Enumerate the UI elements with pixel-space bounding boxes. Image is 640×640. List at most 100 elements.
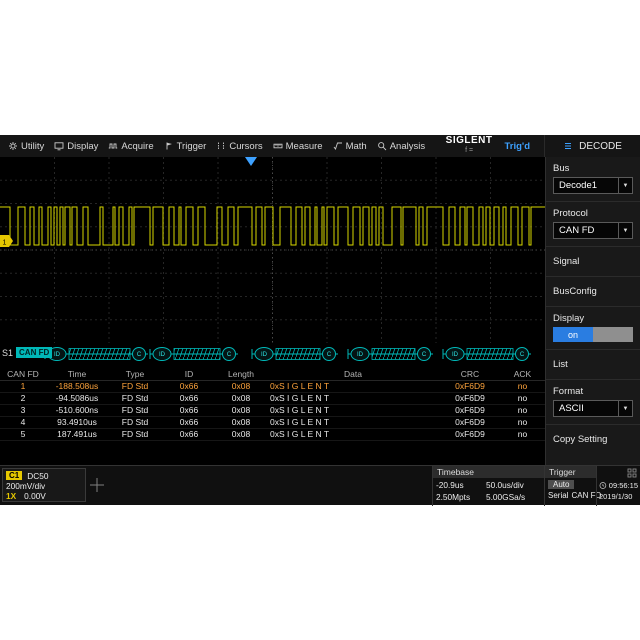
menu-item-label: Display (67, 141, 98, 152)
col-header-length: Length (216, 368, 266, 380)
timebase-title: Timebase (433, 466, 544, 478)
decode-protocol-badge: CAN FD (16, 347, 52, 358)
signal-button[interactable]: Signal (546, 247, 640, 276)
keypad-grid-icon[interactable] (627, 468, 637, 478)
svg-text:C: C (227, 352, 232, 358)
cell-length: 0x08 (216, 405, 266, 416)
cell-crc: 0xF6D9 (440, 393, 500, 404)
timebase-panel[interactable]: Timebase -20.9us 50.0us/div 2.50Mpts 5.0… (432, 466, 544, 506)
table-row[interactable]: 3-510.600nsFD Std0x660x080xS I G L E N T… (0, 405, 545, 417)
cell-type: FD Std (108, 405, 162, 416)
cell-data: 0xS I G L E N T (266, 429, 440, 440)
menu-item-utility[interactable]: Utility (8, 141, 44, 152)
decode-list-table: CAN FD Time Type ID Length Data CRC ACK … (0, 368, 545, 441)
menu-item-analysis[interactable]: Analysis (377, 141, 425, 152)
bus-select-value: Decode1 (559, 180, 597, 191)
display-toggle-off[interactable] (593, 327, 633, 342)
display-toggle-on[interactable]: on (553, 327, 593, 342)
decode-sidebar: Bus Decode1 ▼ Protocol CAN FD ▼ Signal B… (545, 157, 640, 465)
channel-info-box[interactable]: C1 DC50 200mV/div 1X 0.00V (2, 468, 86, 502)
cell-ack: no (500, 381, 545, 392)
page: Utility Display Acquire Trigger Cursors … (0, 0, 640, 640)
cell-length: 0x08 (216, 417, 266, 428)
cell-type: FD Std (108, 429, 162, 440)
cell-id: 0x66 (162, 429, 216, 440)
clock-time: 09:56:15 (609, 481, 638, 490)
timebase-delay: -20.9us (436, 480, 486, 490)
trigger-type: Serial (548, 491, 568, 500)
protocol-label: Protocol (546, 202, 640, 222)
cell-ack: no (500, 393, 545, 404)
cell-num: 4 (0, 417, 46, 428)
menu-item-label: Acquire (121, 141, 153, 152)
cell-ack: no (500, 429, 545, 440)
menu-item-cursors[interactable]: Cursors (216, 141, 262, 152)
menu-item-trigger[interactable]: Trigger (164, 141, 207, 152)
busconfig-button[interactable]: BusConfig (546, 277, 640, 306)
analysis-icon (377, 141, 387, 151)
decode-panel-header: DECODE (544, 135, 640, 157)
cell-type: FD Std (108, 417, 162, 428)
cell-num: 3 (0, 405, 46, 416)
trigger-mode-badge: Auto (548, 480, 574, 489)
cursors-icon (216, 141, 226, 151)
chevron-down-icon: ▼ (618, 223, 632, 238)
col-header-data: Data (266, 368, 440, 380)
format-select[interactable]: ASCII ▼ (553, 400, 633, 417)
svg-text:C: C (327, 352, 332, 358)
menu-bar: Utility Display Acquire Trigger Cursors … (0, 135, 640, 157)
svg-text:ID: ID (357, 352, 364, 358)
chevron-down-icon: ▼ (618, 178, 632, 193)
display-toggle[interactable]: on (553, 327, 633, 342)
cell-id: 0x66 (162, 405, 216, 416)
svg-text:ID: ID (159, 352, 166, 358)
waveform-display: 1 (0, 157, 545, 343)
protocol-select[interactable]: CAN FD ▼ (553, 222, 633, 239)
cell-time: 187.491us (46, 429, 108, 440)
cell-ack: no (500, 405, 545, 416)
trigger-flag-icon (164, 141, 174, 151)
col-header-id: ID (162, 368, 216, 380)
menu-item-math[interactable]: Math (333, 141, 367, 152)
timebase-scale: 50.0us/div (486, 480, 541, 490)
cell-data: 0xS I G L E N T (266, 381, 440, 392)
list-button[interactable]: List (546, 350, 640, 379)
cell-time: -94.5086us (46, 393, 108, 404)
copy-setting-button[interactable]: Copy Setting (546, 425, 640, 454)
menu-item-measure[interactable]: Measure (273, 141, 323, 152)
trigger-panel[interactable]: Trigger Auto Serial CAN FD (544, 466, 596, 506)
chevron-down-icon: ▼ (618, 401, 632, 416)
status-bar: C1 DC50 200mV/div 1X 0.00V Timebase -20.… (0, 465, 640, 505)
menu-item-display[interactable]: Display (54, 141, 98, 152)
channel-coupling: DC50 (27, 471, 48, 481)
table-row[interactable]: 1-188.508usFD Std0x660x080xS I G L E N T… (0, 381, 545, 393)
cell-id: 0x66 (162, 381, 216, 392)
cell-num: 5 (0, 429, 46, 440)
cell-id: 0x66 (162, 417, 216, 428)
table-row[interactable]: 2-94.5086usFD Std0x660x080xS I G L E N T… (0, 393, 545, 405)
cell-crc: 0xF6D9 (440, 381, 500, 392)
menu-item-label: Trigger (177, 141, 207, 152)
cell-crc: 0xF6D9 (440, 405, 500, 416)
cell-type: FD Std (108, 393, 162, 404)
menu-item-acquire[interactable]: Acquire (108, 141, 153, 152)
table-row[interactable]: 5187.491usFD Std0x660x080xS I G L E N T0… (0, 429, 545, 441)
cell-crc: 0xF6D9 (440, 429, 500, 440)
acquire-icon (108, 141, 118, 151)
cell-data: 0xS I G L E N T (266, 417, 440, 428)
cell-data: 0xS I G L E N T (266, 393, 440, 404)
cell-num: 1 (0, 381, 46, 392)
cell-time: 93.4910us (46, 417, 108, 428)
svg-text:ID: ID (452, 352, 459, 358)
crosshair-icon (88, 476, 106, 494)
col-header-type: Type (108, 368, 162, 380)
cell-data: 0xS I G L E N T (266, 405, 440, 416)
bus-select[interactable]: Decode1 ▼ (553, 177, 633, 194)
cell-ack: no (500, 417, 545, 428)
table-row[interactable]: 493.4910usFD Std0x660x080xS I G L E N T0… (0, 417, 545, 429)
display-label: Display (546, 307, 640, 327)
svg-text:C: C (422, 352, 427, 358)
menu-item-label: Analysis (390, 141, 425, 152)
cell-id: 0x66 (162, 393, 216, 404)
clock-date: 2019/1/30 (597, 490, 640, 501)
